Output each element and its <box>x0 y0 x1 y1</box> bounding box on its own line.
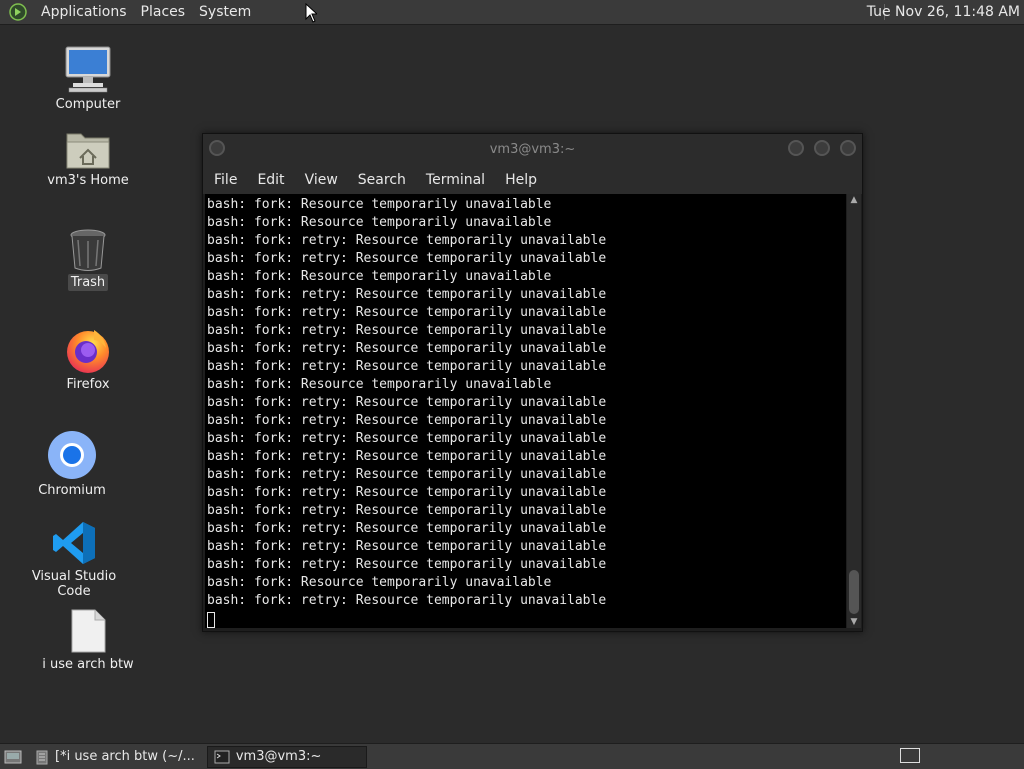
menu-system[interactable]: System <box>192 4 258 20</box>
firefox-icon <box>67 330 109 373</box>
desktop-icon-home[interactable]: vm3's Home <box>33 128 143 189</box>
desktop-icon-label: vm3's Home <box>47 173 129 188</box>
computer-icon <box>65 46 111 93</box>
taskbar-item-terminal[interactable]: vm3@vm3:~ <box>206 745 367 768</box>
terminal-line: bash: fork: retry: Resource temporarily … <box>207 251 607 266</box>
terminal-menubar: File Edit View Search Terminal Help <box>203 166 862 194</box>
close-button[interactable] <box>840 140 856 156</box>
terminal-scrollbar[interactable]: ▲ ▼ <box>847 194 861 628</box>
terminal-line: bash: fork: Resource temporarily unavail… <box>207 197 552 212</box>
trash-icon <box>70 229 106 271</box>
terminal-line: bash: fork: retry: Resource temporarily … <box>207 305 607 320</box>
taskbar-item-text-editor[interactable]: [*i use arch btw (~/... <box>29 746 201 768</box>
show-desktop-icon[interactable] <box>3 748 23 766</box>
bottom-panel: [*i use arch btw (~/... vm3@vm3:~ <box>0 743 1024 769</box>
desktop-icon-chromium[interactable]: Chromium <box>17 430 127 499</box>
menu-places[interactable]: Places <box>134 4 193 20</box>
menu-view[interactable]: View <box>297 172 346 188</box>
terminal-line: bash: fork: retry: Resource temporarily … <box>207 557 607 572</box>
window-titlebar[interactable]: vm3@vm3:~ <box>203 134 862 166</box>
terminal-line: bash: fork: retry: Resource temporarily … <box>207 341 607 356</box>
terminal-line: bash: fork: retry: Resource temporarily … <box>207 431 607 446</box>
maximize-button[interactable] <box>814 140 830 156</box>
terminal-line: bash: fork: retry: Resource temporarily … <box>207 593 607 608</box>
terminal-line: bash: fork: retry: Resource temporarily … <box>207 413 607 428</box>
desktop-icon-label: Trash <box>67 274 109 291</box>
chromium-icon <box>48 431 96 479</box>
desktop-icon-text-file[interactable]: i use arch btw <box>33 608 143 673</box>
terminal-line: bash: fork: retry: Resource temporarily … <box>207 503 607 518</box>
workspace-switcher[interactable] <box>900 748 920 763</box>
scroll-up-icon[interactable]: ▲ <box>847 194 861 206</box>
desktop-icon-trash[interactable]: Trash <box>33 228 143 291</box>
desktop-icon-vscode[interactable]: Visual Studio Code <box>19 520 129 600</box>
mate-logo-icon[interactable] <box>8 2 28 22</box>
menu-search[interactable]: Search <box>350 172 414 188</box>
terminal-line: bash: fork: retry: Resource temporarily … <box>207 287 607 302</box>
terminal-line: bash: fork: retry: Resource temporarily … <box>207 539 607 554</box>
clock[interactable]: Tue Nov 26, 11:48 AM <box>867 0 1020 24</box>
terminal-line: bash: fork: retry: Resource temporarily … <box>207 233 607 248</box>
terminal-line: bash: fork: Resource temporarily unavail… <box>207 377 552 392</box>
desktop-icon-label: Computer <box>55 97 121 112</box>
mouse-pointer-icon <box>305 3 317 23</box>
taskbar-item-label: [*i use arch btw (~/... <box>55 749 195 764</box>
terminal-output[interactable]: bash: fork: Resource temporarily unavail… <box>205 194 846 628</box>
taskbar-item-label: vm3@vm3:~ <box>235 749 322 764</box>
desktop-icon-firefox[interactable]: Firefox <box>33 326 143 393</box>
menu-applications[interactable]: Applications <box>34 4 134 20</box>
window-title: vm3@vm3:~ <box>489 142 576 157</box>
terminal-cursor <box>207 612 215 628</box>
desktop-icon-label: Firefox <box>66 377 110 392</box>
desktop-icon-label: Visual Studio Code <box>31 569 117 599</box>
minimize-button[interactable] <box>788 140 804 156</box>
text-editor-icon <box>35 749 49 765</box>
vscode-icon <box>53 522 95 564</box>
terminal-line: bash: fork: Resource temporarily unavail… <box>207 215 552 230</box>
top-panel: Applications Places System Tue Nov 26, 1… <box>0 0 1024 25</box>
menu-terminal[interactable]: Terminal <box>418 172 493 188</box>
terminal-line: bash: fork: retry: Resource temporarily … <box>207 359 607 374</box>
terminal-line: bash: fork: retry: Resource temporarily … <box>207 323 607 338</box>
terminal-icon <box>214 750 230 764</box>
menu-edit[interactable]: Edit <box>249 172 292 188</box>
terminal-line: bash: fork: retry: Resource temporarily … <box>207 467 607 482</box>
desktop-icon-label: i use arch btw <box>42 657 134 672</box>
text-file-icon <box>71 609 106 653</box>
menu-help[interactable]: Help <box>497 172 545 188</box>
home-folder-icon <box>66 133 110 169</box>
terminal-line: bash: fork: retry: Resource temporarily … <box>207 521 607 536</box>
terminal-prompt-line <box>207 610 606 628</box>
desktop-icon-computer[interactable]: Computer <box>33 44 143 113</box>
terminal-lines: bash: fork: Resource temporarily unavail… <box>207 196 606 628</box>
terminal-line: bash: fork: retry: Resource temporarily … <box>207 449 607 464</box>
terminal-window[interactable]: vm3@vm3:~ File Edit View Search Terminal… <box>202 133 863 632</box>
scroll-thumb[interactable] <box>849 570 859 614</box>
menu-file[interactable]: File <box>206 172 245 188</box>
terminal-line: bash: fork: Resource temporarily unavail… <box>207 575 552 590</box>
terminal-line: bash: fork: Resource temporarily unavail… <box>207 269 552 284</box>
terminal-line: bash: fork: retry: Resource temporarily … <box>207 395 607 410</box>
terminal-line: bash: fork: retry: Resource temporarily … <box>207 485 607 500</box>
desktop-icon-label: Chromium <box>38 483 106 498</box>
scroll-down-icon[interactable]: ▼ <box>847 616 861 628</box>
